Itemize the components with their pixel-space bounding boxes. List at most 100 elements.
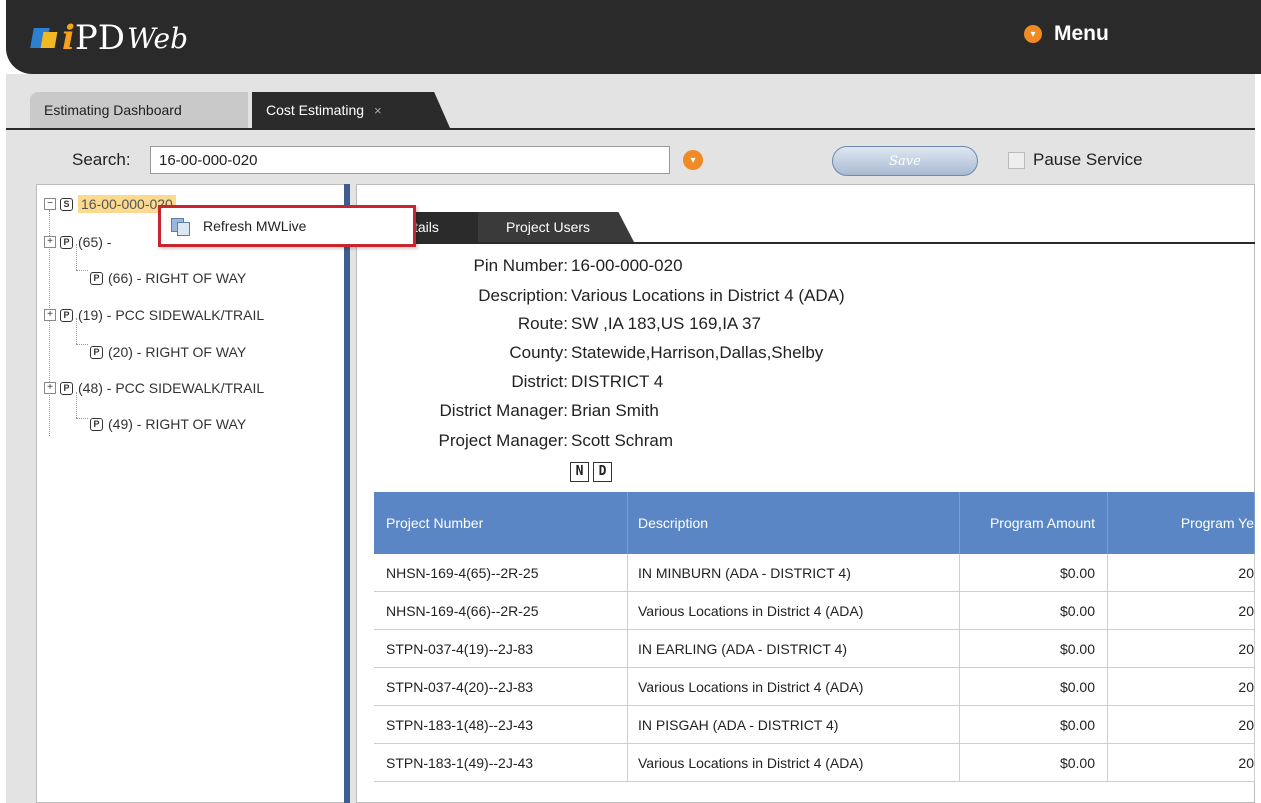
table-cell[interactable]: $0.00 — [960, 630, 1108, 668]
table-cell[interactable]: 20 — [1108, 706, 1255, 744]
tree-item-label: (48) - PCC SIDEWALK/TRAIL — [78, 380, 265, 396]
n-button[interactable]: N — [570, 462, 589, 482]
menu-button[interactable]: ▾ Menu — [1024, 22, 1109, 46]
detail-label: Route: — [517, 314, 568, 333]
table-cell[interactable]: $0.00 — [960, 744, 1108, 782]
pause-service-checkbox[interactable] — [1008, 151, 1025, 169]
tree-item-label: (66) - RIGHT OF WAY — [108, 270, 247, 286]
panel-splitter[interactable] — [344, 184, 350, 803]
menu-label: Menu — [1054, 22, 1109, 45]
tree-connector — [76, 270, 88, 271]
tree-item-label: (49) - RIGHT OF WAY — [108, 416, 247, 432]
search-input[interactable]: 16-00-000-020 — [150, 146, 670, 174]
table-cell[interactable]: $0.00 — [960, 592, 1108, 630]
tree-connector — [76, 418, 88, 419]
tab-cost-estimating[interactable]: Cost Estimating × — [252, 92, 450, 128]
tree-item-66[interactable]: P (66) - RIGHT OF WAY — [90, 268, 246, 288]
detail-label: District: — [511, 372, 568, 391]
detail-value: Scott Schram — [571, 431, 674, 450]
collapse-icon[interactable]: − — [44, 198, 56, 210]
expand-icon[interactable]: + — [44, 236, 56, 248]
table-cell[interactable]: NHSN-169-4(65)--2R-25 — [374, 554, 628, 592]
save-button[interactable]: Save — [832, 146, 978, 176]
table-cell[interactable]: Various Locations in District 4 (ADA) — [628, 668, 960, 706]
table-cell[interactable]: 20 — [1108, 668, 1255, 706]
p-node-icon: P — [60, 308, 73, 322]
detail-value: SW ,IA 183,US 169,IA 37 — [571, 314, 761, 333]
context-menu-refresh-mwlive[interactable]: Refresh MWLive — [158, 205, 416, 247]
expand-icon[interactable]: + — [44, 382, 56, 394]
logo-pd: PD — [74, 18, 126, 58]
tree-item-label: (19) - PCC SIDEWALK/TRAIL — [78, 307, 265, 323]
detail-label: Project Manager: — [438, 431, 568, 450]
tree-item-19[interactable]: + P (19) - PCC SIDEWALK/TRAIL — [44, 305, 264, 325]
table-cell[interactable]: 20 — [1108, 554, 1255, 592]
table-cell[interactable]: $0.00 — [960, 554, 1108, 592]
column-header-program-year[interactable]: Program Ye — [1108, 492, 1255, 554]
tab-estimating-dashboard[interactable]: Estimating Dashboard — [30, 92, 248, 128]
column-header-project-number[interactable]: Project Number — [374, 492, 628, 554]
tree-item-48[interactable]: + P (48) - PCC SIDEWALK/TRAIL — [44, 378, 264, 398]
table-cell[interactable]: IN MINBURN (ADA - DISTRICT 4) — [628, 554, 960, 592]
pause-service-toggle[interactable]: Pause Service — [1008, 150, 1143, 170]
table-cell[interactable]: Various Locations in District 4 (ADA) — [628, 744, 960, 782]
chevron-down-icon: ▾ — [1024, 25, 1042, 43]
logo-web: Web — [127, 21, 189, 55]
detail-label: District Manager: — [439, 401, 568, 420]
d-button[interactable]: D — [593, 462, 612, 482]
detail-tab-underline — [374, 242, 1255, 244]
app-header: i PD Web ▾ Menu — [6, 0, 1261, 74]
column-header-description[interactable]: Description — [628, 492, 960, 554]
close-icon[interactable]: × — [374, 103, 382, 118]
detail-value: Statewide,Harrison,Dallas,Shelby — [571, 343, 824, 362]
detail-route: Route: SW ,IA 183,US 169,IA 37 — [372, 314, 1192, 338]
copy-pages-icon — [171, 218, 190, 236]
column-header-program-amount[interactable]: Program Amount — [960, 492, 1108, 554]
tab-label: Estimating Dashboard — [44, 102, 182, 118]
tree-item-65[interactable]: + P (65) - — [44, 232, 111, 252]
search-dropdown-icon[interactable]: ▾ — [683, 150, 703, 170]
tree-root-node[interactable]: − S 16-00-000-020 — [44, 194, 176, 214]
detail-value: 16-00-000-020 — [571, 256, 683, 275]
table-cell[interactable]: IN PISGAH (ADA - DISTRICT 4) — [628, 706, 960, 744]
tree-item-label: (20) - RIGHT OF WAY — [108, 344, 247, 360]
app-logo: i PD Web — [30, 18, 189, 58]
detail-label: Description: — [478, 286, 568, 305]
tree-connector — [76, 344, 88, 345]
table-cell[interactable]: $0.00 — [960, 706, 1108, 744]
tree-item-20[interactable]: P (20) - RIGHT OF WAY — [90, 342, 246, 362]
detail-district-manager: District Manager: Brian Smith — [372, 401, 1192, 425]
p-node-icon: P — [90, 345, 103, 359]
search-label: Search: — [72, 150, 131, 169]
p-node-icon: P — [90, 417, 103, 431]
detail-value: DISTRICT 4 — [571, 372, 664, 391]
tab-project-users[interactable]: Project Users — [478, 212, 634, 242]
detail-value: Brian Smith — [571, 401, 659, 420]
table-cell[interactable]: STPN-037-4(19)--2J-83 — [374, 630, 628, 668]
detail-county: County: Statewide,Harrison,Dallas,Shelby — [372, 343, 1192, 367]
detail-pin-number: Pin Number: 16-00-000-020 — [372, 256, 1192, 280]
detail-district: District: DISTRICT 4 — [372, 372, 1192, 396]
search-value: 16-00-000-020 — [159, 151, 258, 169]
detail-value: Various Locations in District 4 (ADA) — [571, 286, 845, 305]
table-cell[interactable]: STPN-183-1(48)--2J-43 — [374, 706, 628, 744]
table-cell[interactable]: IN EARLING (ADA - DISTRICT 4) — [628, 630, 960, 668]
table-cell[interactable]: Various Locations in District 4 (ADA) — [628, 592, 960, 630]
p-node-icon: P — [90, 271, 103, 285]
expand-icon[interactable]: + — [44, 309, 56, 321]
table-cell[interactable]: STPN-183-1(49)--2J-43 — [374, 744, 628, 782]
table-cell[interactable]: STPN-037-4(20)--2J-83 — [374, 668, 628, 706]
tree-item-49[interactable]: P (49) - RIGHT OF WAY — [90, 414, 246, 434]
detail-label: Pin Number: — [473, 256, 568, 275]
table-cell[interactable]: $0.00 — [960, 668, 1108, 706]
s-node-icon: S — [60, 197, 73, 211]
context-menu-label: Refresh MWLive — [203, 218, 307, 234]
table-cell[interactable]: NHSN-169-4(66)--2R-25 — [374, 592, 628, 630]
table-cell[interactable]: 20 — [1108, 744, 1255, 782]
logo-i: i — [62, 18, 75, 58]
tab-label: tails — [414, 219, 439, 235]
logo-mark-icon — [30, 26, 58, 50]
tree-item-label: (65) - — [78, 234, 112, 250]
table-cell[interactable]: 20 — [1108, 630, 1255, 668]
table-cell[interactable]: 20 — [1108, 592, 1255, 630]
